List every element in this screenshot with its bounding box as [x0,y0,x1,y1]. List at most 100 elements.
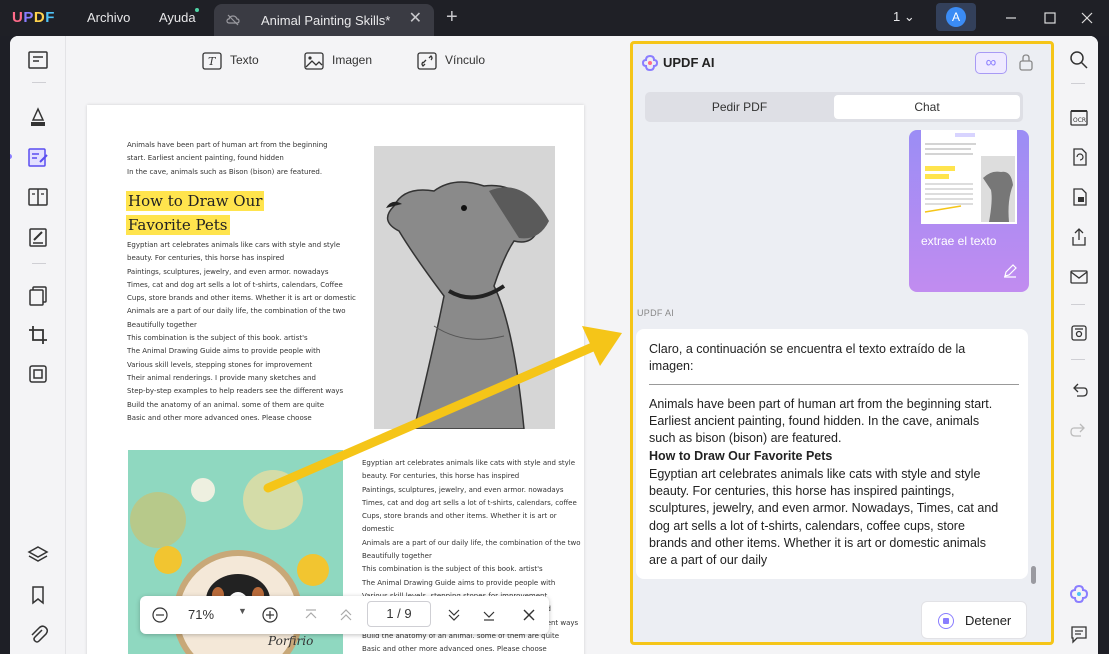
zoom-level[interactable]: 71% [188,607,214,622]
save-icon[interactable] [1069,323,1089,343]
unlimited-icon[interactable]: ∞ [975,52,1007,74]
convert-icon[interactable] [1069,147,1089,167]
protect-icon[interactable] [1069,187,1089,207]
tab-chat[interactable]: Chat [834,95,1020,119]
text-line: Build the anatomy of an animal. some of … [127,400,325,409]
next-page-icon[interactable] [446,607,462,623]
intro-paragraph[interactable]: Animals have been part of human art from… [127,139,328,179]
text-line: Animals have been part of human art from… [127,141,328,149]
text-line: This combination is the subject of this … [127,334,308,343]
text-line: Various skill levels, stepping stones fo… [127,360,313,369]
edit-message-icon[interactable] [1003,264,1017,278]
svg-text:OCR: OCR [1073,117,1086,124]
link-label: Vínculo [445,53,486,68]
add-text-button[interactable]: T Texto [202,52,259,70]
add-link-button[interactable]: Vínculo [417,52,485,70]
text-box-icon: T [202,52,222,70]
reader-icon[interactable] [27,49,49,71]
search-icon[interactable] [1069,50,1089,70]
close-window-icon[interactable] [1077,8,1097,28]
text-line: start. Earliest ancient painting, found … [127,154,284,163]
text-line: Basic and other more advanced ones. Plea… [362,645,547,654]
reply-line: dog art sells a lot of t-shirts, calenda… [649,518,965,533]
dog-sketch-image[interactable] [374,146,555,430]
text-line: Cups, store brands and other items. Whet… [127,294,356,303]
ocr-icon[interactable]: OCR [1069,107,1089,127]
text-line: Times, cat and dog art sells a lot of t-… [362,498,577,507]
rail-divider [32,82,46,83]
zoom-out-icon[interactable] [152,607,168,623]
ai-response-message[interactable]: Claro, a continuación se encuentra el te… [636,329,1028,579]
svg-text:T: T [208,55,217,68]
previous-page-icon[interactable] [338,607,354,623]
email-icon[interactable] [1069,267,1089,287]
text-line: beauty. For centuries, this horse has in… [362,472,520,481]
reply-intro: Claro, a continuación se encuentra el te… [649,341,965,375]
updf-ai-icon[interactable] [1069,584,1089,604]
new-tab-icon[interactable]: + [446,7,458,27]
comment-highlighter-icon[interactable] [27,106,49,128]
zoom-in-icon[interactable] [262,607,278,623]
redo-icon[interactable] [1069,420,1089,440]
text-line: Egyptian art celebrates animals like cat… [362,459,576,467]
stop-button[interactable]: Detener [921,601,1027,639]
lock-icon[interactable] [1018,53,1034,71]
undo-icon[interactable] [1069,380,1089,400]
organize-pages-icon[interactable] [27,285,49,307]
page-heading[interactable]: How to Draw Our Favorite Pets [126,189,265,237]
text-line: Paintings, sculptures, jewelry, and even… [362,485,564,494]
compress-icon[interactable] [27,363,49,385]
update-dot [195,8,199,12]
chat-scrollbar[interactable] [1031,566,1036,584]
window-count[interactable]: 1 ⌄ [893,9,915,25]
tab-title: Animal Painting Skills* [261,13,391,28]
last-page-icon[interactable] [481,607,497,623]
menu-ayuda[interactable]: Ayuda [159,10,196,25]
reply-line: Earliest ancient painting, found hidden.… [649,414,980,429]
first-page-icon[interactable] [303,607,319,623]
user-message-bubble[interactable]: extrae el texto [909,130,1029,292]
attached-page-thumbnail[interactable] [921,130,1017,224]
unsynced-cloud-icon [226,14,240,26]
tab-close-icon[interactable]: ✕ [409,11,422,27]
maximize-icon[interactable] [1040,8,1060,28]
bookmark-icon[interactable] [27,584,49,606]
menu-archivo[interactable]: Archivo [87,10,130,25]
comment-icon[interactable] [1069,624,1089,644]
tab-pedir-pdf[interactable]: Pedir PDF [648,95,831,119]
close-nav-icon[interactable] [521,607,537,623]
text-line: Step-by-step examples to help readers se… [127,387,344,396]
page-layout-icon[interactable] [27,186,49,208]
text-line: Basic and other more advanced ones. Plea… [127,413,312,422]
window-count-value: 1 [893,9,901,24]
reply-divider [649,384,1019,385]
avatar[interactable]: A [936,3,976,31]
form-icon[interactable] [27,226,49,248]
reply-line: Egyptian art celebrates animals like cat… [649,467,981,481]
page-number-field[interactable]: 1 / 9 [367,601,431,627]
title-bar: UPDF Archivo Ayuda Animal Painting Skill… [0,0,1109,36]
add-image-button[interactable]: Imagen [304,52,372,70]
text-line: This combination is the subject of this … [362,565,543,574]
stop-icon [938,613,954,629]
left-body-text[interactable]: Egyptian art celebrates animals like car… [127,239,356,425]
reply-line: imagen: [649,359,694,374]
crop-icon[interactable] [27,324,49,346]
edit-pdf-icon[interactable] [27,146,49,168]
zoom-dropdown-icon[interactable]: ▼ [238,606,247,616]
text-line: Cups, store brands and other items. Whet… [362,512,557,534]
app-logo: UPDF [12,9,55,26]
ai-panel-title: UPDF AI [663,55,715,70]
text-line: The Animal Drawing Guide aims to provide… [127,347,321,356]
text-line: Times, cat and dog art sells a lot of t-… [127,280,343,289]
layers-icon[interactable] [27,544,49,566]
minimize-icon[interactable] [1001,8,1021,28]
text-line: Beautifully together [127,320,197,329]
link-icon [417,52,437,70]
pdf-page[interactable]: Animals have been part of human art from… [87,105,584,654]
attachment-icon[interactable] [27,623,49,645]
document-tab[interactable]: Animal Painting Skills* ✕ [214,4,434,36]
share-icon[interactable] [1069,227,1089,247]
photo-caption: Porfirio [267,634,313,648]
text-line: Egyptian art celebrates animals like car… [127,241,341,249]
